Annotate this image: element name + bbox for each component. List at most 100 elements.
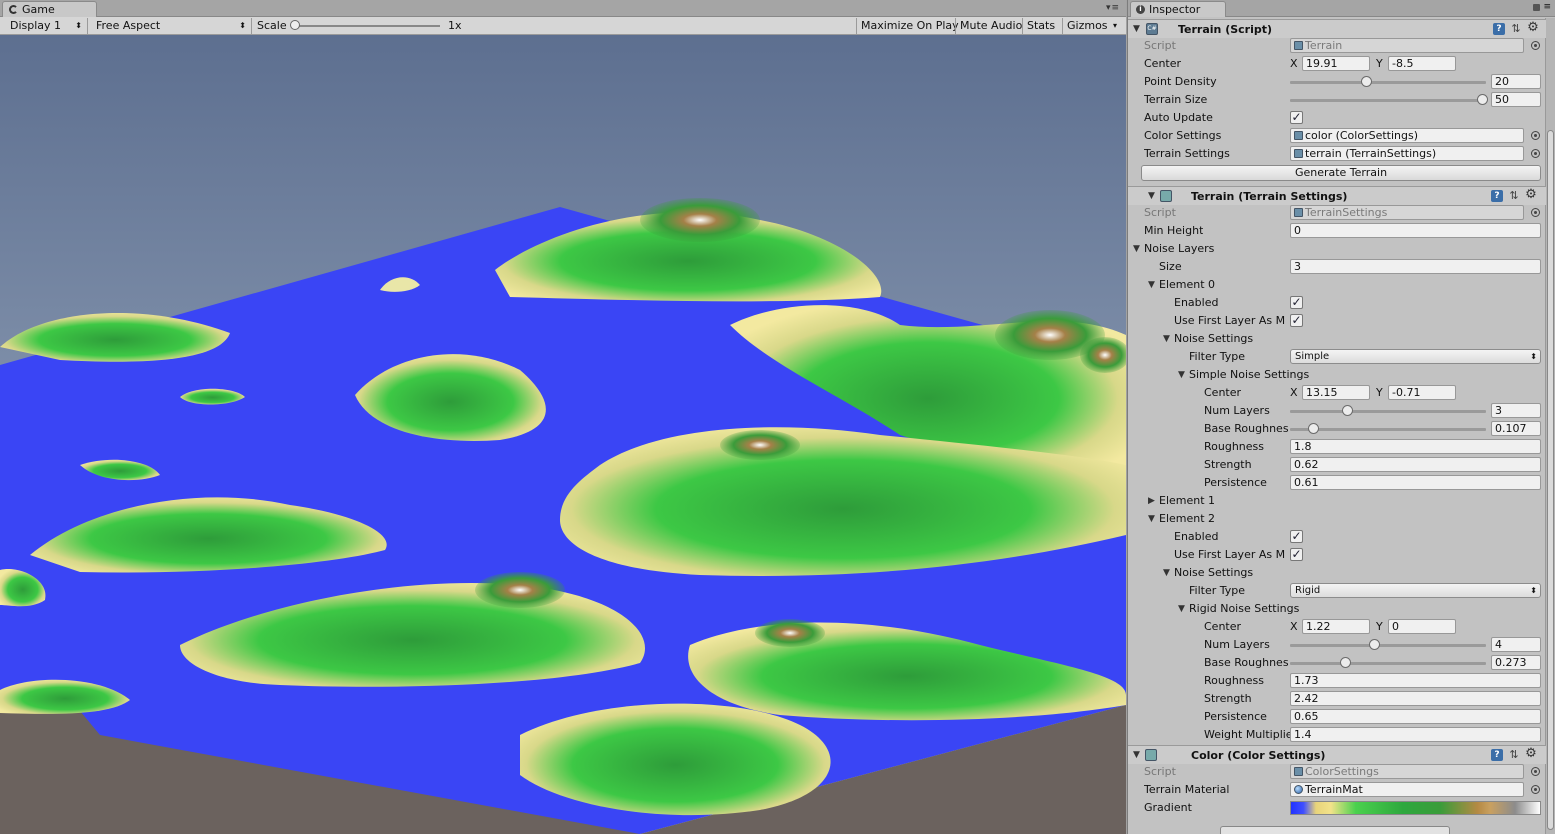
terrain-size-field[interactable]: 50: [1491, 92, 1541, 107]
color-settings-field[interactable]: color (ColorSettings): [1290, 128, 1524, 143]
terrain-settings-field[interactable]: terrain (TerrainSettings): [1290, 146, 1524, 161]
gear-icon[interactable]: ⚙: [1526, 21, 1540, 35]
foldout-arrow-icon[interactable]: ▼: [1133, 748, 1140, 762]
base-roughness-thumb[interactable]: [1340, 657, 1351, 668]
element-0-row[interactable]: ▼ Element 0: [1128, 276, 1546, 294]
noise-layers-row[interactable]: ▼ Noise Layers: [1128, 240, 1546, 258]
center-y-field[interactable]: -8.5: [1388, 56, 1456, 71]
foldout-arrow-icon[interactable]: ▼: [1178, 602, 1185, 616]
filter-type-dropdown[interactable]: Simple ⬍: [1290, 349, 1541, 364]
foldout-collapsed-icon[interactable]: ▶: [1148, 494, 1155, 508]
terrain-settings-header[interactable]: ▼ Terrain (Terrain Settings) ? ⇅ ⚙: [1128, 186, 1546, 205]
inspector-tab[interactable]: i Inspector: [1130, 1, 1226, 17]
filter-type-dropdown[interactable]: Rigid ⬍: [1290, 583, 1541, 598]
enabled-checkbox[interactable]: ✓: [1290, 296, 1303, 309]
panel-menu-icon[interactable]: ≡: [1543, 2, 1552, 12]
center-x-field[interactable]: 1.22: [1302, 619, 1370, 634]
aspect-dropdown[interactable]: Free Aspect ⬍: [90, 18, 252, 34]
preset-icon[interactable]: ⇅: [1510, 23, 1522, 35]
terrain-material-field[interactable]: TerrainMat: [1290, 782, 1524, 797]
point-density-field[interactable]: 20: [1491, 74, 1541, 89]
num-layers-slider[interactable]: [1290, 410, 1486, 413]
e2-rigid-noise-row[interactable]: ▼ Rigid Noise Settings: [1128, 600, 1546, 618]
maximize-on-play-button[interactable]: Maximize On Play: [856, 18, 963, 34]
use-first-layer-checkbox[interactable]: ✓: [1290, 314, 1303, 327]
panel-menu-icon[interactable]: ▾≡: [1106, 3, 1120, 13]
color-settings-header[interactable]: ▼ Color (Color Settings) ? ⇅ ⚙: [1128, 745, 1546, 764]
mute-audio-button[interactable]: Mute Audio: [955, 18, 1026, 34]
help-icon[interactable]: ?: [1493, 23, 1505, 35]
foldout-arrow-icon[interactable]: ▼: [1148, 278, 1155, 292]
num-layers-field[interactable]: 3: [1491, 403, 1541, 418]
x-axis-label: X: [1290, 386, 1298, 399]
roughness-field[interactable]: 1.73: [1290, 673, 1541, 688]
lock-icon[interactable]: [1533, 4, 1540, 11]
inspector-scrollbar[interactable]: [1545, 18, 1555, 834]
terrain-size-slider[interactable]: [1290, 99, 1486, 102]
display-dropdown[interactable]: Display 1 ⬍: [4, 18, 88, 34]
num-layers-field[interactable]: 4: [1491, 637, 1541, 652]
point-density-slider[interactable]: [1290, 81, 1486, 84]
foldout-arrow-icon[interactable]: ▼: [1163, 332, 1170, 346]
min-height-field[interactable]: 0: [1290, 223, 1541, 238]
num-layers-thumb[interactable]: [1342, 405, 1353, 416]
foldout-arrow-icon[interactable]: ▼: [1178, 368, 1185, 382]
e2-noise-settings-row[interactable]: ▼ Noise Settings: [1128, 564, 1546, 582]
generate-terrain-button[interactable]: Generate Terrain: [1141, 165, 1541, 181]
base-roughness-thumb[interactable]: [1308, 423, 1319, 434]
foldout-arrow-icon[interactable]: ▼: [1133, 242, 1140, 256]
foldout-arrow-icon[interactable]: ▼: [1148, 512, 1155, 526]
help-icon[interactable]: ?: [1491, 749, 1503, 761]
scale-slider-track[interactable]: [295, 25, 440, 27]
scale-slider-thumb[interactable]: [290, 20, 300, 30]
add-component-button[interactable]: [1220, 826, 1450, 834]
scrollbar-thumb[interactable]: [1547, 130, 1554, 830]
center-x-field[interactable]: 13.15: [1302, 385, 1370, 400]
base-roughness-slider[interactable]: [1290, 428, 1486, 431]
object-picker-icon[interactable]: [1531, 785, 1540, 794]
e0-simple-noise-row[interactable]: ▼ Simple Noise Settings: [1128, 366, 1546, 384]
game-tab[interactable]: Game: [2, 1, 97, 17]
e0-noise-settings-row[interactable]: ▼ Noise Settings: [1128, 330, 1546, 348]
center-x-field[interactable]: 19.91: [1302, 56, 1370, 71]
element-1-row[interactable]: ▶ Element 1: [1128, 492, 1546, 510]
game-viewport[interactable]: [0, 35, 1126, 834]
persistence-field[interactable]: 0.65: [1290, 709, 1541, 724]
preset-icon[interactable]: ⇅: [1508, 749, 1520, 761]
strength-field[interactable]: 0.62: [1290, 457, 1541, 472]
enabled-checkbox[interactable]: ✓: [1290, 530, 1303, 543]
element-2-row[interactable]: ▼ Element 2: [1128, 510, 1546, 528]
preset-icon[interactable]: ⇅: [1508, 190, 1520, 202]
foldout-arrow-icon[interactable]: ▼: [1148, 189, 1155, 203]
num-layers-thumb[interactable]: [1369, 639, 1380, 650]
object-picker-icon[interactable]: [1531, 149, 1540, 158]
help-icon[interactable]: ?: [1491, 190, 1503, 202]
point-density-thumb[interactable]: [1361, 76, 1372, 87]
scriptable-object-icon: [1160, 190, 1172, 202]
center-y-field[interactable]: 0: [1388, 619, 1456, 634]
roughness-field[interactable]: 1.8: [1290, 439, 1541, 454]
foldout-arrow-icon[interactable]: ▼: [1133, 22, 1140, 36]
object-picker-icon[interactable]: [1531, 131, 1540, 140]
e2-roughness-row: Roughness 1.73: [1128, 672, 1546, 690]
foldout-arrow-icon[interactable]: ▼: [1163, 566, 1170, 580]
gradient-field[interactable]: [1290, 801, 1541, 815]
terrain-script-header[interactable]: ▼ C# Terrain (Script) ? ⇅ ⚙: [1128, 19, 1546, 38]
num-layers-slider[interactable]: [1290, 644, 1486, 647]
use-first-layer-checkbox[interactable]: ✓: [1290, 548, 1303, 561]
strength-field[interactable]: 2.42: [1290, 691, 1541, 706]
persistence-field[interactable]: 0.61: [1290, 475, 1541, 490]
center-y-field[interactable]: -0.71: [1388, 385, 1456, 400]
gear-icon[interactable]: ⚙: [1524, 188, 1538, 202]
base-roughness-field[interactable]: 0.273: [1491, 655, 1541, 670]
terrain-size-thumb[interactable]: [1477, 94, 1488, 105]
size-field[interactable]: 3: [1290, 259, 1541, 274]
auto-update-checkbox[interactable]: ✓: [1290, 111, 1303, 124]
base-roughness-slider[interactable]: [1290, 662, 1486, 665]
element-1-label: Element 1: [1159, 494, 1216, 507]
gear-icon[interactable]: ⚙: [1524, 747, 1538, 761]
base-roughness-field[interactable]: 0.107: [1491, 421, 1541, 436]
gizmos-dropdown[interactable]: Gizmos ▾: [1062, 18, 1120, 34]
weight-multiplier-field[interactable]: 1.4: [1290, 727, 1541, 742]
stats-button[interactable]: Stats: [1022, 18, 1059, 34]
